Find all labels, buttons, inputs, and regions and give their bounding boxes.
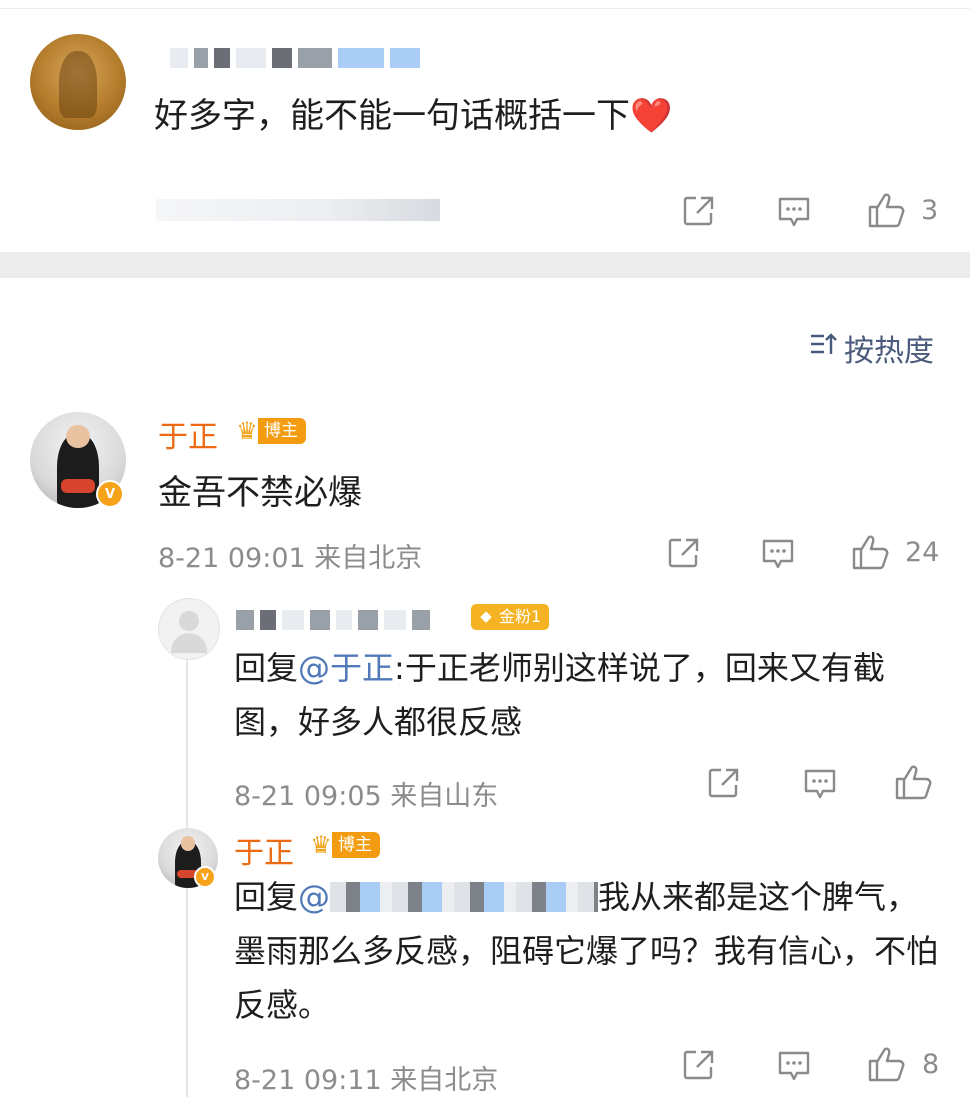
share-icon[interactable]	[706, 766, 742, 800]
reply-meta: 8-21 09:11 来自北京	[234, 1065, 499, 1096]
comment-icon[interactable]	[760, 536, 796, 572]
mention-link[interactable]: @于正	[298, 649, 394, 687]
verified-v-icon: V	[96, 480, 124, 508]
avatar[interactable]	[158, 598, 220, 660]
sort-by-hot-button[interactable]: 按热度	[808, 326, 934, 370]
share-icon[interactable]	[681, 194, 717, 228]
host-badge: ♛ 博主	[232, 416, 306, 446]
comments-page: 好多字，能不能一句话概括一下❤️ 3 按热度 V 于正 ♛ 博主 金吾不禁必爆 8…	[0, 0, 970, 1097]
gold-fan-badge: ◆ 金粉1	[471, 604, 550, 630]
reply-text: 回复@于正:于正老师别这样说了，回来又有截图，好多人都很反感	[234, 649, 885, 741]
comment-meta-redacted	[156, 199, 440, 221]
username-redacted[interactable]	[170, 48, 420, 68]
reply-meta: 8-21 09:05 来自山东	[234, 781, 499, 812]
share-icon[interactable]	[681, 1048, 717, 1082]
thumbs-up-icon[interactable]	[866, 1044, 908, 1084]
thumbs-up-icon[interactable]	[893, 762, 935, 802]
avatar[interactable]	[30, 34, 126, 130]
host-badge: ♛ 博主	[306, 830, 380, 860]
author-name[interactable]: 于正	[158, 412, 218, 456]
comment-icon[interactable]	[776, 194, 812, 230]
share-icon[interactable]	[666, 536, 702, 570]
mention-redacted	[330, 882, 599, 912]
heart-emoji: ❤️	[630, 96, 673, 136]
sort-icon	[808, 330, 838, 366]
thumbs-up-icon[interactable]	[850, 532, 892, 572]
comment-text: 好多字，能不能一句话概括一下❤️	[154, 96, 673, 136]
author-name[interactable]: 于正	[234, 828, 294, 872]
comment-text: 金吾不禁必爆	[158, 473, 362, 513]
comment-meta: 8-21 09:01 来自北京	[158, 543, 423, 574]
comment-icon[interactable]	[776, 1048, 812, 1084]
section-divider	[0, 252, 970, 278]
verified-v-icon: V	[194, 866, 216, 888]
gem-icon: ◆	[480, 607, 492, 625]
reply-text: 回复@ 我从来都是这个脾气，墨雨那么多反感，阻碍它爆了吗？我有信心，不怕反感。	[234, 878, 939, 1024]
comment-icon[interactable]	[802, 766, 838, 802]
thumbs-up-icon[interactable]	[866, 190, 908, 230]
like-count: 3	[921, 195, 939, 226]
top-divider	[0, 8, 970, 9]
mention-link[interactable]: @	[298, 878, 330, 916]
username-redacted[interactable]	[236, 610, 430, 630]
like-count: 24	[905, 537, 940, 568]
like-count: 8	[922, 1049, 940, 1080]
